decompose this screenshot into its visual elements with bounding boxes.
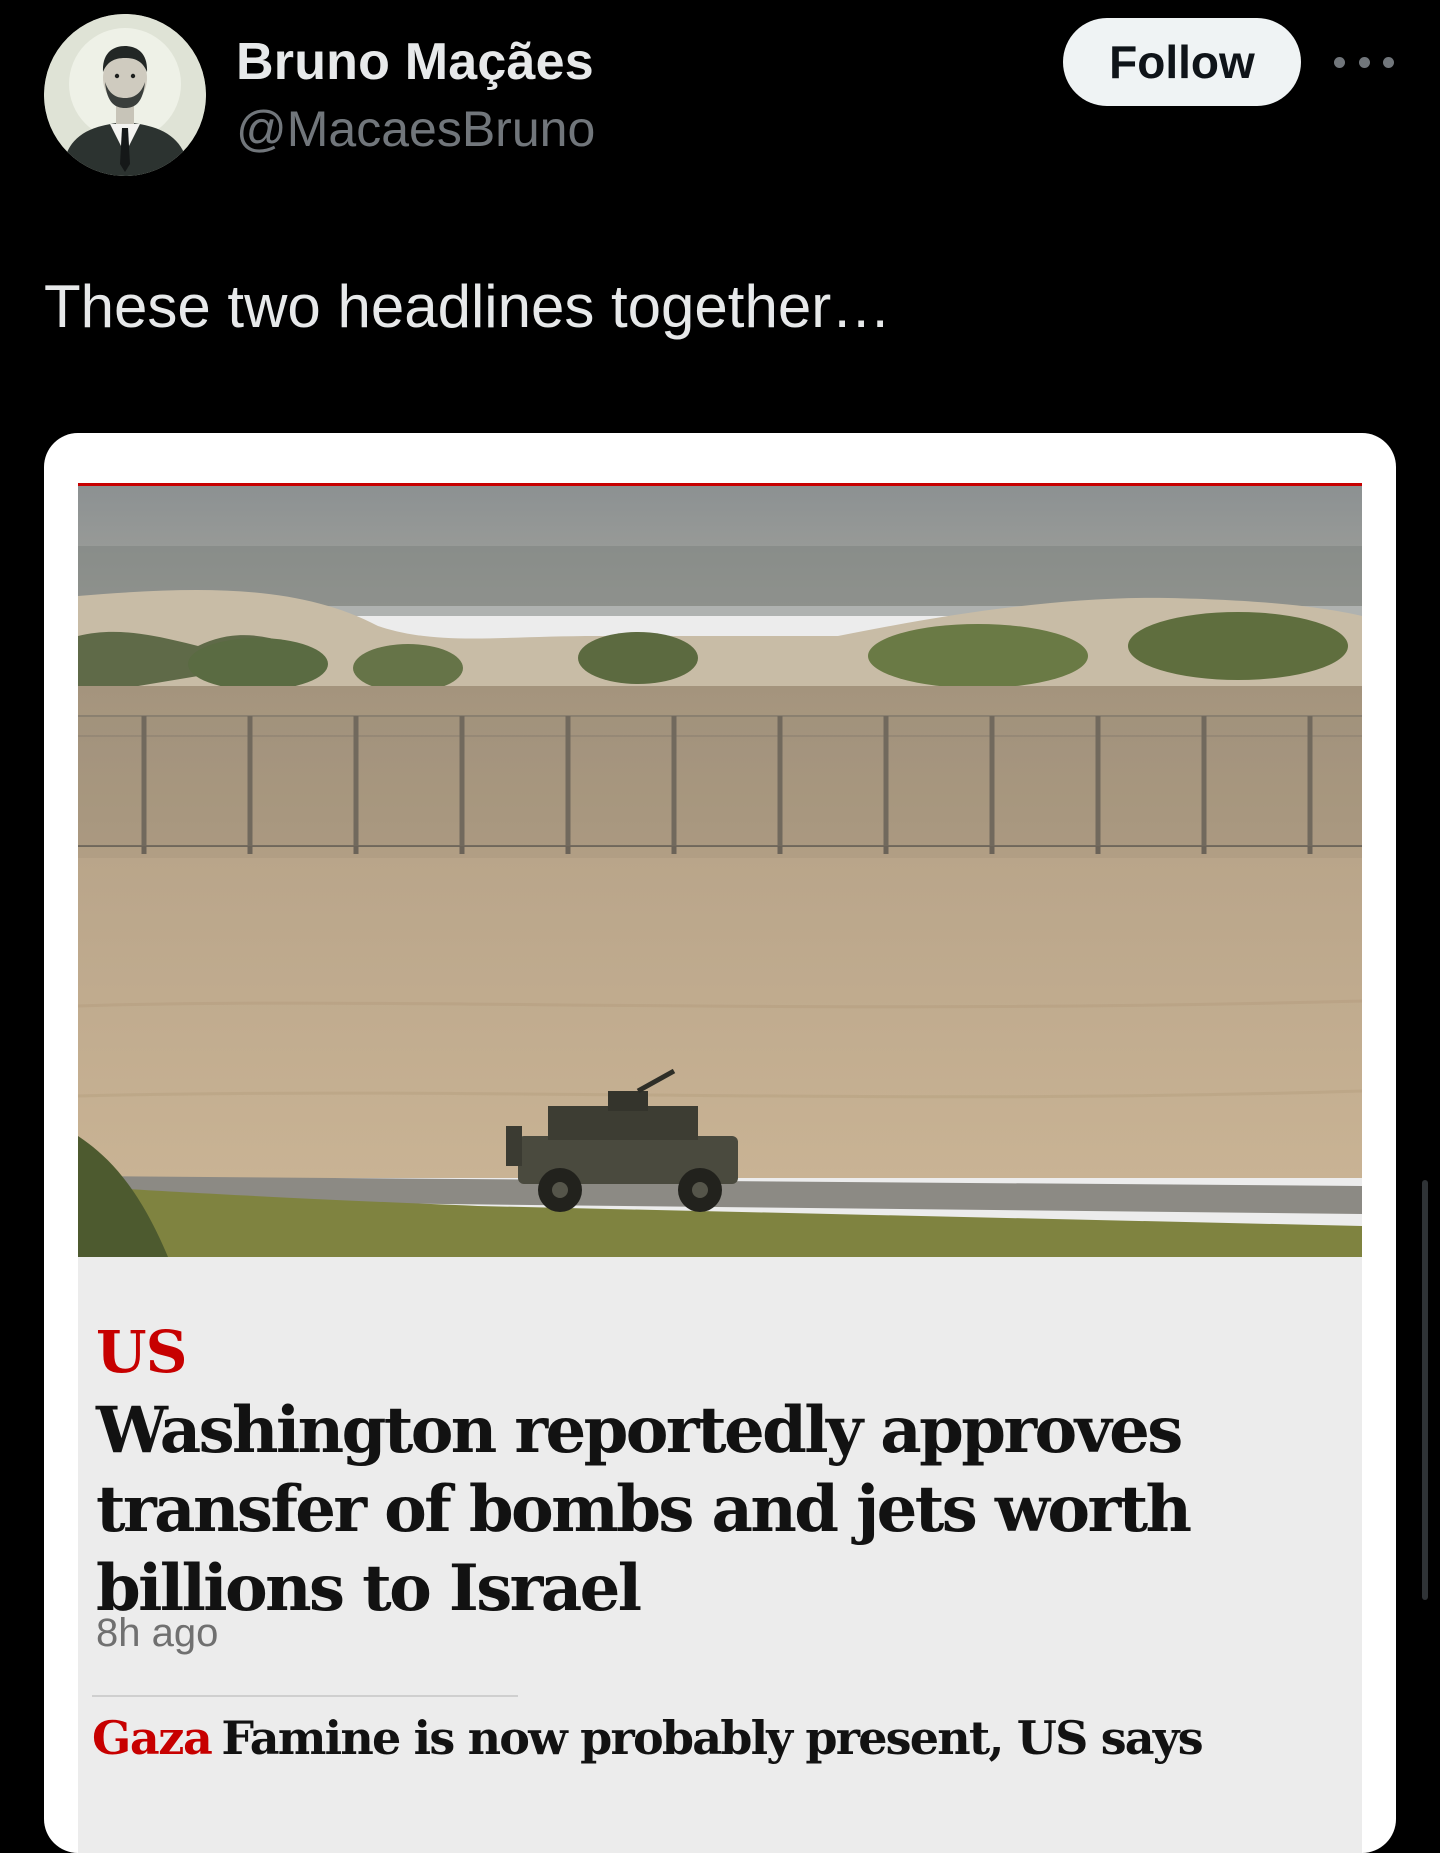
next-article-headline: Famine is now probably present, US says xyxy=(221,1711,1203,1765)
more-dot xyxy=(1383,56,1394,68)
more-dot xyxy=(1334,56,1345,68)
next-article-section-label: Gaza xyxy=(92,1711,213,1765)
avatar-photo xyxy=(44,14,206,176)
next-article-item[interactable]: Gaza Famine is now probably present, US s… xyxy=(92,1711,1204,1765)
author-handle[interactable]: @MacaesBruno xyxy=(236,100,595,158)
article-section-label[interactable]: US xyxy=(96,1318,187,1386)
follow-button[interactable]: Follow xyxy=(1063,18,1301,106)
author-display-name[interactable]: Bruno Maçães xyxy=(236,32,594,92)
tweet-text: These two headlines together… xyxy=(44,273,892,340)
author-avatar[interactable] xyxy=(44,14,206,176)
article-headline[interactable]: Washington reportedly approves transfer … xyxy=(96,1391,1216,1628)
article-photo[interactable] xyxy=(78,486,1362,1257)
item-divider xyxy=(92,1695,518,1697)
more-options-icon[interactable] xyxy=(1334,42,1394,82)
photo-illustration xyxy=(78,486,1362,1257)
article-screenshot: US Washington reportedly approves transf… xyxy=(78,483,1362,1853)
article-timestamp: 8h ago xyxy=(96,1611,219,1655)
scrollbar[interactable] xyxy=(1422,1180,1428,1600)
tweet-media-card[interactable]: US Washington reportedly approves transf… xyxy=(44,433,1396,1853)
more-dot xyxy=(1358,56,1370,68)
